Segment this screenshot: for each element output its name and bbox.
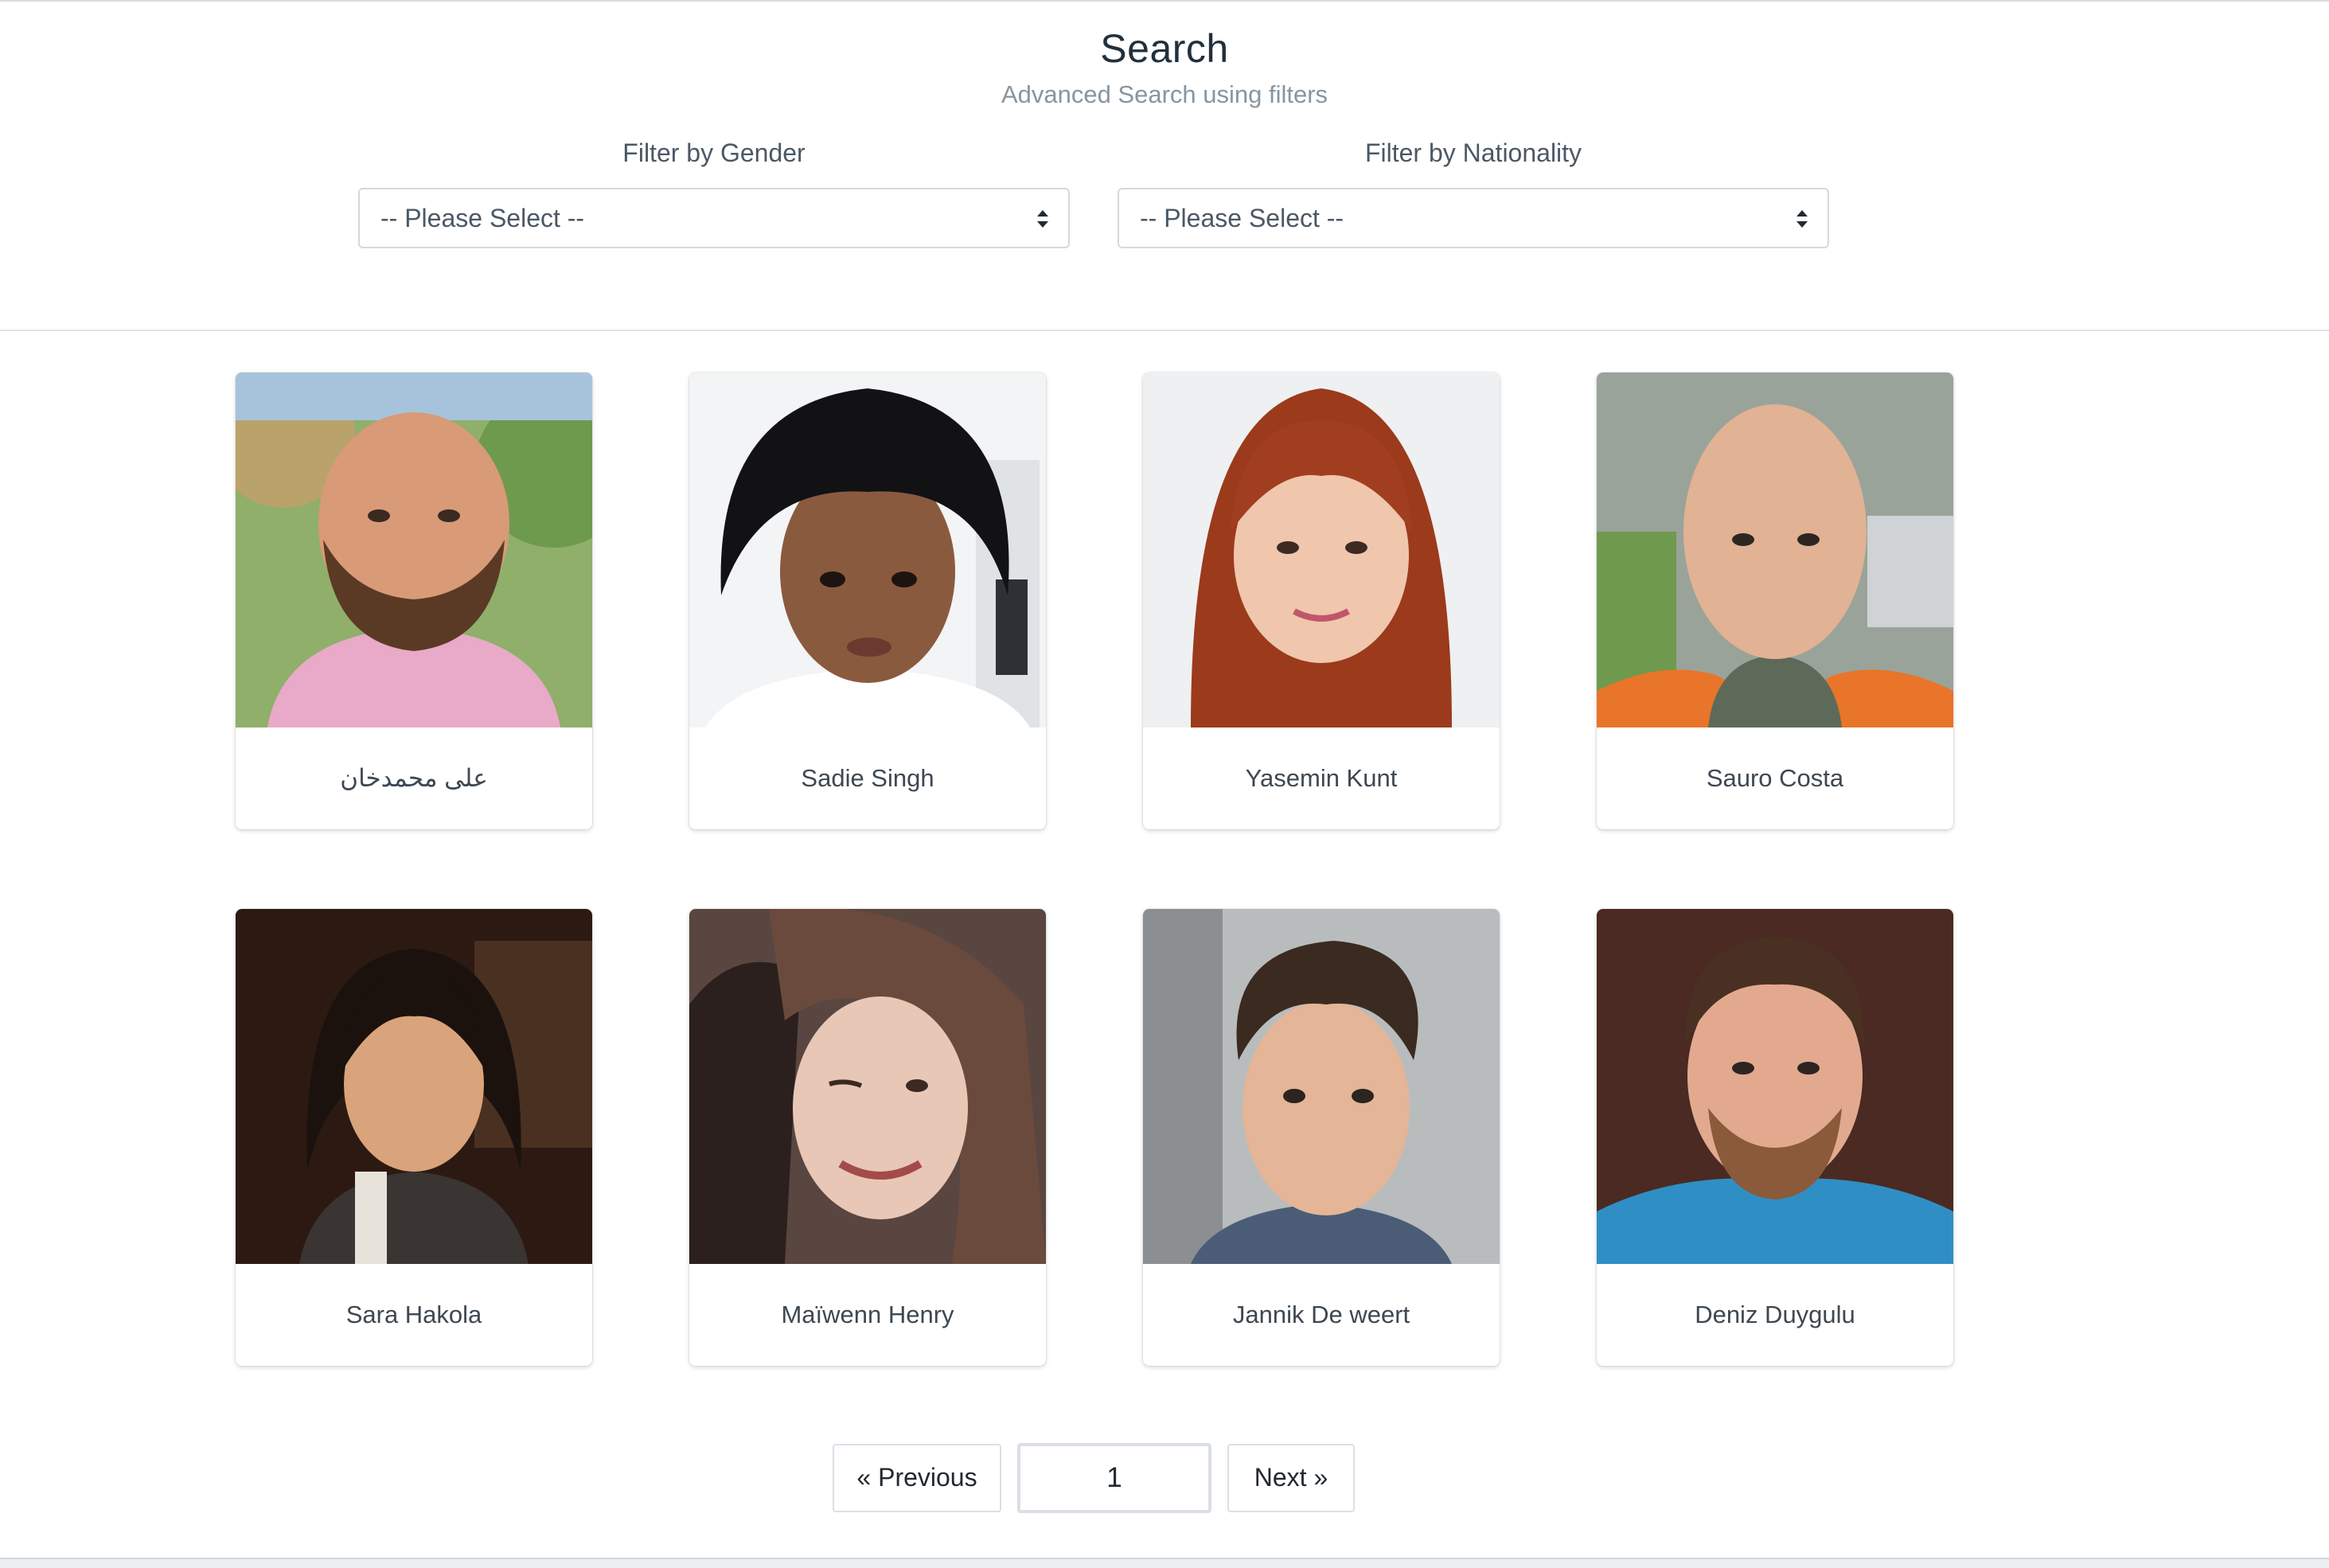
woman-dark-hair-photo	[236, 909, 592, 1264]
nationality-select[interactable]: -- Please Select --	[1118, 188, 1829, 248]
gender-select-value: -- Please Select --	[380, 204, 585, 232]
young-man-quiff-photo	[1143, 909, 1500, 1264]
person-name: Jannik De weert	[1232, 1301, 1410, 1328]
select-arrows-icon	[1796, 210, 1808, 228]
avatar	[689, 909, 1046, 1264]
person-name: Yasemin Kunt	[1245, 764, 1398, 792]
avatar	[689, 372, 1046, 727]
woman-red-hair-photo	[1143, 372, 1500, 727]
bearded-man-blue-shirt-photo	[1597, 909, 1953, 1264]
person-card[interactable]: Maïwenn Henry	[689, 909, 1046, 1366]
person-card[interactable]: Sadie Singh	[689, 372, 1046, 829]
page-number-input[interactable]: 1	[1017, 1443, 1211, 1513]
avatar	[1597, 372, 1953, 727]
page-subtitle: Advanced Search using filters	[1001, 80, 1328, 108]
select-arrows-icon	[1037, 210, 1048, 228]
person-card[interactable]: Jannik De weert	[1143, 909, 1500, 1366]
avatar	[1143, 909, 1500, 1264]
avatar	[1597, 909, 1953, 1264]
next-page-button[interactable]: Next »	[1227, 1444, 1355, 1512]
person-card[interactable]: Yasemin Kunt	[1143, 372, 1500, 829]
woman-black-bob-photo	[689, 372, 1046, 727]
person-name: على محمدخان	[340, 764, 488, 792]
person-name: Sadie Singh	[801, 764, 934, 792]
gender-select[interactable]: -- Please Select --	[358, 188, 1070, 248]
person-card[interactable]: Sara Hakola	[236, 909, 592, 1366]
gender-filter-label: Filter by Gender	[622, 138, 806, 167]
person-name: Deniz Duygulu	[1695, 1301, 1855, 1328]
previous-page-button[interactable]: « Previous	[833, 1444, 1001, 1512]
woman-winking-photo	[689, 909, 1046, 1264]
avatar	[236, 909, 592, 1264]
avatar	[1143, 372, 1500, 727]
avatar	[236, 372, 592, 727]
page-title: Search	[1100, 26, 1229, 71]
bald-man-orange-jacket-photo	[1597, 372, 1953, 727]
search-header: Search Advanced Search using filters Fil…	[0, 0, 2329, 331]
nationality-filter-label: Filter by Nationality	[1364, 138, 1582, 167]
person-name: Maïwenn Henry	[781, 1301, 954, 1328]
person-name: Sauro Costa	[1706, 764, 1844, 792]
person-name: Sara Hakola	[345, 1301, 482, 1328]
nationality-select-value: -- Please Select --	[1140, 204, 1344, 232]
bearded-man-pink-shirt-photo	[236, 372, 592, 727]
bottom-border	[0, 1558, 2329, 1568]
person-card[interactable]: Deniz Duygulu	[1597, 909, 1953, 1366]
person-card[interactable]: على محمدخان	[236, 372, 592, 829]
person-card[interactable]: Sauro Costa	[1597, 372, 1953, 829]
